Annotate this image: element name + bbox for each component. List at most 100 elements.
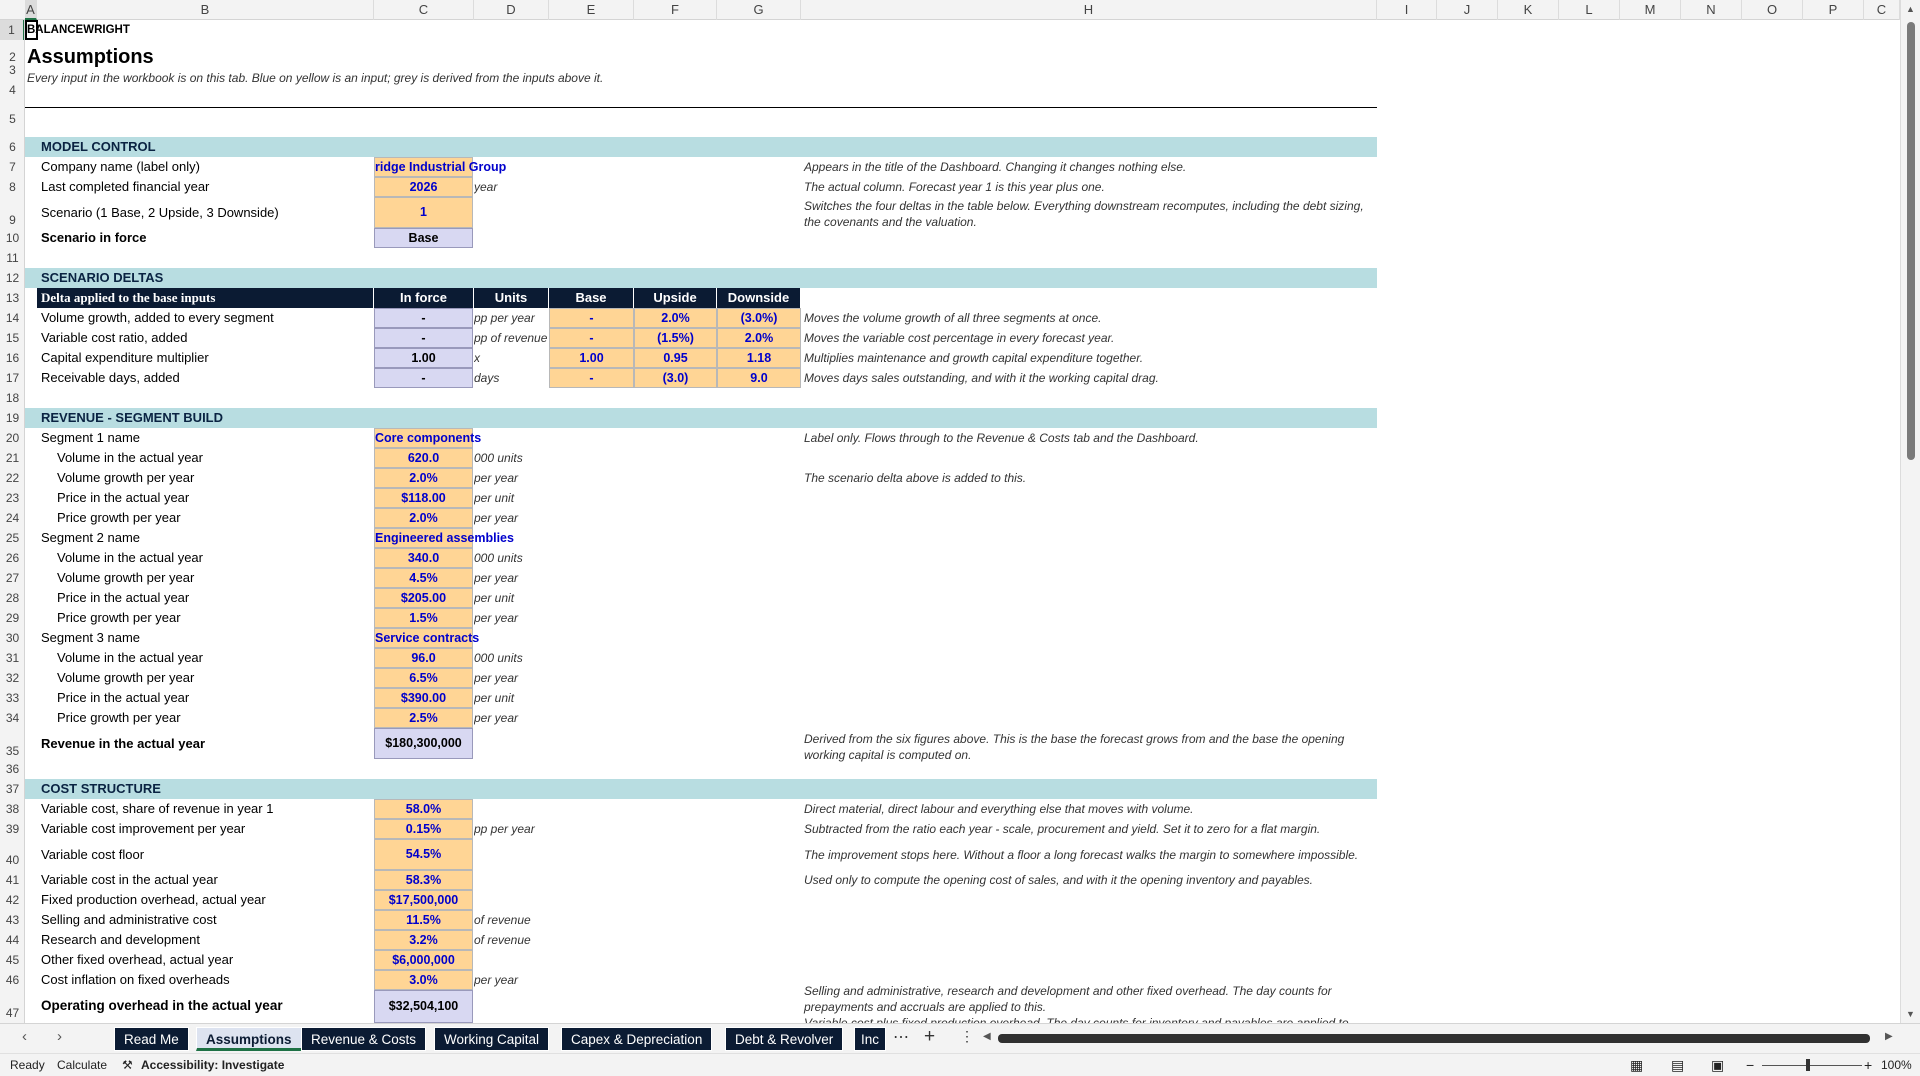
seg2-volume-input[interactable]: 340.0 xyxy=(374,548,473,568)
ofo-input[interactable]: $6,000,000 xyxy=(374,950,473,970)
row-header[interactable]: 41 xyxy=(0,870,24,890)
scroll-up-icon[interactable]: ▲ xyxy=(1906,4,1915,14)
row-header[interactable]: 15 xyxy=(0,328,24,348)
seg3-price-input[interactable]: $390.00 xyxy=(374,688,473,708)
row-header[interactable]: 40 xyxy=(0,839,24,870)
row-header[interactable]: 19 xyxy=(0,408,24,428)
row-header[interactable]: 20 xyxy=(0,428,24,448)
delta-inforce[interactable]: - xyxy=(374,308,473,328)
page-break-icon[interactable]: ▣ xyxy=(1711,1054,1724,1076)
delta-inforce[interactable]: 1.00 xyxy=(374,348,473,368)
zoom-in-icon[interactable]: + xyxy=(1864,1054,1872,1076)
col-header-b[interactable]: B xyxy=(37,0,374,20)
seg1-vgrowth-input[interactable]: 2.0% xyxy=(374,468,473,488)
col-header-q[interactable]: C xyxy=(1864,0,1900,20)
row-header[interactable]: 29 xyxy=(0,608,24,628)
row-header[interactable]: 1 xyxy=(0,20,24,40)
row-header[interactable]: 26 xyxy=(0,548,24,568)
row-header[interactable]: 2 xyxy=(0,40,24,64)
delta-downside[interactable]: 2.0% xyxy=(717,328,801,348)
zoom-slider-handle[interactable] xyxy=(1806,1059,1810,1071)
col-header-p[interactable]: P xyxy=(1803,0,1864,20)
seg3-volume-input[interactable]: 96.0 xyxy=(374,648,473,668)
delta-upside[interactable]: 0.95 xyxy=(634,348,717,368)
delta-base[interactable]: - xyxy=(549,308,634,328)
sga-input[interactable]: 11.5% xyxy=(374,910,473,930)
opex-value[interactable]: $32,504,100 xyxy=(374,990,473,1023)
seg2-vgrowth-input[interactable]: 4.5% xyxy=(374,568,473,588)
row-header[interactable]: 3 xyxy=(0,60,24,80)
scroll-down-icon[interactable]: ▼ xyxy=(1906,1009,1915,1019)
col-header-d[interactable]: D xyxy=(474,0,549,20)
row-header[interactable]: 36 xyxy=(0,759,24,779)
zoom-slider[interactable] xyxy=(1762,1065,1862,1066)
tab-capex-depreciation[interactable]: Capex & Depreciation xyxy=(561,1027,713,1051)
delta-inforce[interactable]: - xyxy=(374,368,473,388)
seg3-name-input[interactable]: Service contracts xyxy=(374,628,479,648)
vertical-scroll-thumb[interactable] xyxy=(1907,22,1915,460)
row-header[interactable]: 34 xyxy=(0,708,24,728)
delta-upside[interactable]: (3.0) xyxy=(634,368,717,388)
hscroll-right-icon[interactable]: ▶ xyxy=(1885,1031,1893,1042)
cell-grid[interactable]: BALANCEWRIGHT Assumptions Every input in… xyxy=(25,20,1900,1023)
vci-input[interactable]: 0.15% xyxy=(374,819,473,839)
more-tabs-icon[interactable]: ⋯ xyxy=(893,1027,909,1047)
tab-scroll-right-icon[interactable]: › xyxy=(57,1028,62,1045)
row-header[interactable]: 4 xyxy=(0,80,24,100)
row-header[interactable]: 8 xyxy=(0,177,24,197)
row-header[interactable]: 46 xyxy=(0,970,24,990)
row-header[interactable]: 45 xyxy=(0,950,24,970)
row-header[interactable]: 31 xyxy=(0,648,24,668)
tab-assumptions[interactable]: Assumptions xyxy=(196,1027,302,1051)
col-header-e[interactable]: E xyxy=(549,0,634,20)
row-header[interactable]: 14 xyxy=(0,308,24,328)
row-header[interactable]: 33 xyxy=(0,688,24,708)
col-header-f[interactable]: F xyxy=(634,0,717,20)
tab-income-partial[interactable]: Inc xyxy=(854,1027,886,1051)
row-header[interactable]: 13 xyxy=(0,288,24,308)
tab-debt-revolver[interactable]: Debt & Revolver xyxy=(725,1027,844,1051)
row-header[interactable]: 9 xyxy=(0,197,24,228)
delta-base[interactable]: 1.00 xyxy=(549,348,634,368)
vcf-input[interactable]: 54.5% xyxy=(374,839,473,870)
col-header-h[interactable]: H xyxy=(801,0,1377,20)
seg3-pgrowth-input[interactable]: 2.5% xyxy=(374,708,473,728)
page-layout-icon[interactable]: ▤ xyxy=(1671,1054,1684,1076)
row-header[interactable]: 21 xyxy=(0,448,24,468)
row-header[interactable]: 18 xyxy=(0,388,24,408)
tab-options-icon[interactable]: ⋮ xyxy=(960,1028,974,1045)
row-header[interactable]: 7 xyxy=(0,157,24,177)
row-header[interactable]: 37 xyxy=(0,779,24,799)
tab-read-me[interactable]: Read Me xyxy=(114,1027,189,1051)
col-header-c[interactable]: C xyxy=(374,0,474,20)
delta-base[interactable]: - xyxy=(549,328,634,348)
row-header[interactable]: 22 xyxy=(0,468,24,488)
row-header[interactable]: 32 xyxy=(0,668,24,688)
row-header[interactable]: 42 xyxy=(0,890,24,910)
delta-upside[interactable]: (1.5%) xyxy=(634,328,717,348)
delta-upside[interactable]: 2.0% xyxy=(634,308,717,328)
row-header[interactable]: 16 xyxy=(0,348,24,368)
tab-working-capital[interactable]: Working Capital xyxy=(434,1027,550,1051)
delta-base[interactable]: - xyxy=(549,368,634,388)
add-sheet-icon[interactable]: + xyxy=(924,1026,935,1048)
row-header[interactable]: 35 xyxy=(0,728,24,759)
col-header-n[interactable]: N xyxy=(1681,0,1742,20)
delta-downside[interactable]: 9.0 xyxy=(717,368,801,388)
row-header[interactable]: 28 xyxy=(0,588,24,608)
company-input[interactable]: ridge Industrial Group xyxy=(374,157,506,177)
delta-inforce[interactable]: - xyxy=(374,328,473,348)
seg1-name-input[interactable]: Core components xyxy=(374,428,481,448)
seg1-price-input[interactable]: $118.00 xyxy=(374,488,473,508)
col-header-i[interactable]: I xyxy=(1377,0,1437,20)
row-header[interactable]: 11 xyxy=(0,248,24,268)
row-header[interactable]: 25 xyxy=(0,528,24,548)
row-header[interactable]: 43 xyxy=(0,910,24,930)
vertical-scrollbar[interactable]: ▲ ▼ xyxy=(1900,0,1920,1023)
row-header[interactable]: 5 xyxy=(0,100,24,126)
delta-downside[interactable]: 1.18 xyxy=(717,348,801,368)
row-header[interactable]: 27 xyxy=(0,568,24,588)
row-header[interactable]: 30 xyxy=(0,628,24,648)
seg1-pgrowth-input[interactable]: 2.0% xyxy=(374,508,473,528)
row-header[interactable]: 6 xyxy=(0,137,24,157)
